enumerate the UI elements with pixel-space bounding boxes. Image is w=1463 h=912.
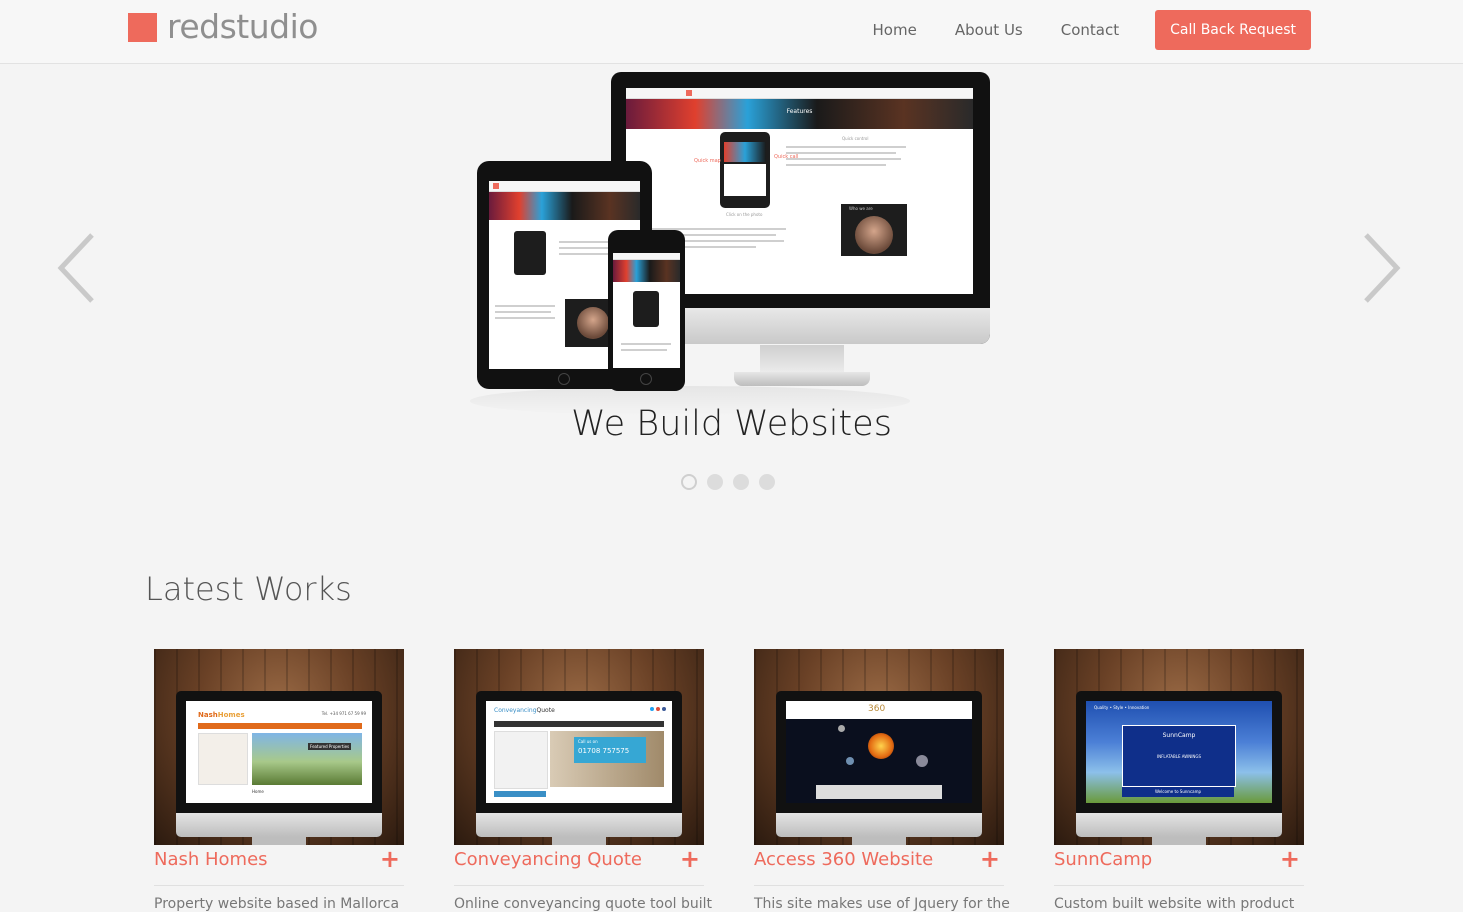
work-description: Custom built website with product bbox=[1054, 896, 1295, 912]
hero-title: We Build Websites bbox=[571, 404, 892, 444]
work-description: Online conveyancing quote tool built bbox=[454, 896, 713, 912]
mockup-click-photo: Click on the photo bbox=[726, 212, 763, 217]
nav-link-home[interactable]: Home bbox=[873, 10, 917, 50]
work-card-sunncamp[interactable]: Quality • Style • Innovation SunnCamp IN… bbox=[1054, 649, 1304, 912]
expand-plus-icon[interactable]: + bbox=[980, 847, 1000, 871]
carousel-dot-1[interactable] bbox=[681, 474, 697, 490]
brand-name: redstudio bbox=[167, 7, 318, 46]
expand-plus-icon[interactable]: + bbox=[680, 847, 700, 871]
work-card-access-360[interactable]: 360 Access 360 Website + This site makes… bbox=[754, 649, 1010, 912]
expand-plus-icon[interactable]: + bbox=[380, 847, 400, 871]
monitor-foot bbox=[734, 372, 870, 386]
access-logo: 360 bbox=[868, 704, 886, 714]
work-card-nash-homes[interactable]: NashHomes Tel. +34 971 67 59 99 Featured… bbox=[154, 649, 404, 912]
nav-links: Home About Us Contact Call Back Request bbox=[835, 10, 1311, 50]
work-title[interactable]: Access 360 Website bbox=[754, 849, 933, 870]
nash-caption: Home bbox=[252, 789, 264, 794]
carousel-dot-2[interactable] bbox=[707, 474, 723, 490]
carousel-prev-arrow-icon[interactable] bbox=[56, 232, 96, 304]
expand-plus-icon[interactable]: + bbox=[1280, 847, 1300, 871]
sunn-banner: INFLATABLE AWNINGS bbox=[1156, 754, 1202, 759]
nash-phone: Tel. +34 971 67 59 99 bbox=[321, 711, 366, 716]
conv-logo-b: Quote bbox=[536, 707, 555, 714]
mockup-quick-map: Quick map bbox=[694, 158, 721, 164]
carousel-next-arrow-icon[interactable] bbox=[1362, 232, 1402, 304]
work-thumbnail[interactable]: Quality • Style • Innovation SunnCamp IN… bbox=[1054, 649, 1304, 845]
hero-carousel: Features Quick control Quick map Quick c… bbox=[0, 64, 1463, 534]
work-description: This site makes use of Jquery for the bbox=[754, 896, 1010, 912]
work-thumbnail[interactable]: ConveyancingQuote Call us on 01708 75757… bbox=[454, 649, 704, 845]
brand-square-icon bbox=[128, 12, 157, 42]
nash-logo-b: Homes bbox=[217, 711, 245, 719]
carousel-indicators bbox=[681, 474, 785, 490]
conv-phone: 01708 757575 bbox=[578, 747, 630, 755]
latest-works-heading: Latest Works bbox=[145, 570, 352, 608]
sunn-tag: Quality • Style • Innovation bbox=[1094, 705, 1150, 710]
top-navbar: redstudio Home About Us Contact Call Bac… bbox=[0, 0, 1463, 64]
sunn-logo: SunnCamp bbox=[1162, 732, 1196, 739]
carousel-dot-3[interactable] bbox=[733, 474, 749, 490]
work-title[interactable]: Nash Homes bbox=[154, 849, 268, 870]
conv-logo-a: Conveyancing bbox=[494, 707, 537, 714]
nav-link-contact[interactable]: Contact bbox=[1061, 10, 1119, 50]
phone-home-button-icon bbox=[640, 373, 652, 385]
work-thumbnail[interactable]: 360 bbox=[754, 649, 1004, 845]
brand-logo[interactable]: redstudio bbox=[128, 10, 318, 44]
call-back-request-button[interactable]: Call Back Request bbox=[1155, 10, 1311, 50]
conv-call-label: Call us on bbox=[578, 739, 598, 744]
work-title[interactable]: SunnCamp bbox=[1054, 849, 1152, 870]
phone-mockup bbox=[608, 230, 685, 391]
nav-link-about-us[interactable]: About Us bbox=[955, 10, 1023, 50]
mockup-quick-control: Quick control bbox=[842, 136, 869, 141]
mockup-who-we-are: Who we are bbox=[849, 206, 873, 211]
nash-badge: Featured Properties bbox=[308, 743, 352, 750]
carousel-dot-4[interactable] bbox=[759, 474, 775, 490]
monitor-stand bbox=[760, 345, 844, 375]
mockup-quick-call: Quick call bbox=[774, 154, 799, 160]
work-title[interactable]: Conveyancing Quote bbox=[454, 849, 642, 870]
tablet-home-button-icon bbox=[558, 373, 570, 385]
sunn-welcome: Welcome to Sunncamp bbox=[1154, 789, 1202, 794]
nash-logo-a: Nash bbox=[198, 711, 218, 719]
phone-screen bbox=[613, 253, 680, 368]
mockup-banner-text: Features bbox=[786, 108, 813, 115]
work-card-conveyancing-quote[interactable]: ConveyancingQuote Call us on 01708 75757… bbox=[454, 649, 713, 912]
work-description: Property website based in Mallorca bbox=[154, 896, 400, 912]
work-thumbnail[interactable]: NashHomes Tel. +34 971 67 59 99 Featured… bbox=[154, 649, 404, 845]
